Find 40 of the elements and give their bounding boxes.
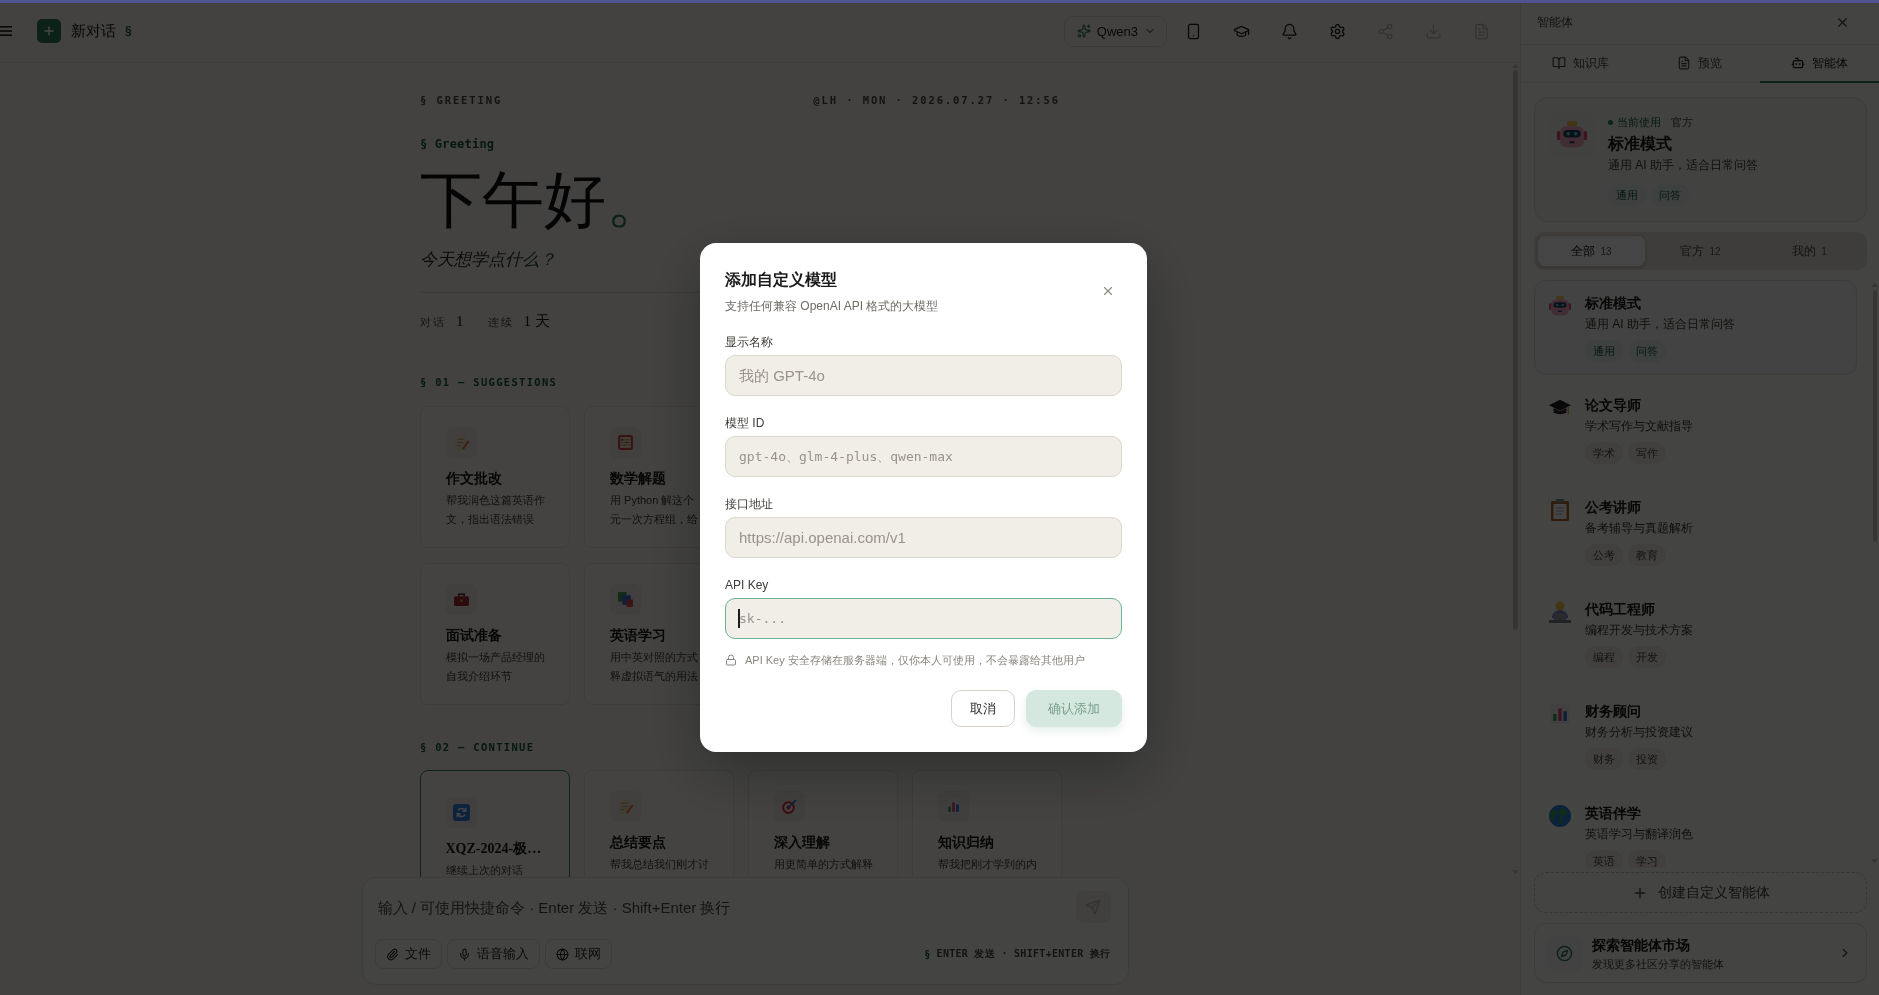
input-field[interactable]: sk-... <box>725 598 1122 639</box>
card-title: 作文批改 <box>446 470 502 488</box>
input-field[interactable]: 我的 GPT-4o <box>725 355 1122 396</box>
agent-name: 公考讲师 <box>1585 499 1641 515</box>
close-icon <box>1101 284 1115 298</box>
text-cursor-icon <box>738 609 740 628</box>
card-title: XQZ-2024-极… <box>445 840 542 858</box>
section-heading: § 02 — CONTINUE <box>420 741 535 753</box>
agent-name: 财务顾问 <box>1585 703 1641 719</box>
cancel-button[interactable]: 取消 <box>951 690 1015 727</box>
card-title: 数学解题 <box>610 470 666 488</box>
conversation-title: 新对话 <box>71 21 116 41</box>
input-field[interactable]: https://api.openai.com/v1 <box>725 517 1122 558</box>
agent-name: 英语伴学 <box>1585 805 1641 821</box>
greeting-eyebrow: § Greeting <box>420 137 495 151</box>
agent-name: 标准模式 <box>1585 295 1641 311</box>
card-title: 面试准备 <box>446 627 502 645</box>
input-field[interactable]: gpt-4o、glm-4-plus、qwen-max <box>725 436 1122 477</box>
agent-name: 代码工程师 <box>1585 601 1655 617</box>
stat-value: 1 天 <box>523 312 550 331</box>
card-title: 英语学习 <box>610 627 666 645</box>
card-title: 深入理解 <box>774 834 830 852</box>
security-note: API Key 安全存储在服务器端，仅你本人可使用，不会暴露给其他用户 <box>745 653 1085 668</box>
lock-icon <box>725 654 737 666</box>
card-title: 总结要点 <box>610 834 666 852</box>
dialog-title: 添加自定义模型 <box>725 270 837 290</box>
section-mark: § <box>125 24 132 38</box>
headline-period: 。 <box>606 167 668 233</box>
section-heading: § 01 — SUGGESTIONS <box>420 376 558 388</box>
field-label: 显示名称 <box>725 334 773 351</box>
greeting-headline: 下午好 <box>420 167 606 233</box>
agent-name: 论文导师 <box>1585 397 1641 413</box>
market-title: 探索智能体市场 <box>1592 935 1690 954</box>
field-label: 接口地址 <box>725 496 773 513</box>
field-label: API Key <box>725 577 769 594</box>
dialog-subtitle: 支持任何兼容 OpenAI API 格式的大模型 <box>725 298 939 315</box>
section-mark: § <box>924 948 931 960</box>
agent-name: 标准模式 <box>1608 134 1672 154</box>
card-title: 知识归纳 <box>938 834 994 852</box>
field-label: 模型 ID <box>725 415 765 432</box>
